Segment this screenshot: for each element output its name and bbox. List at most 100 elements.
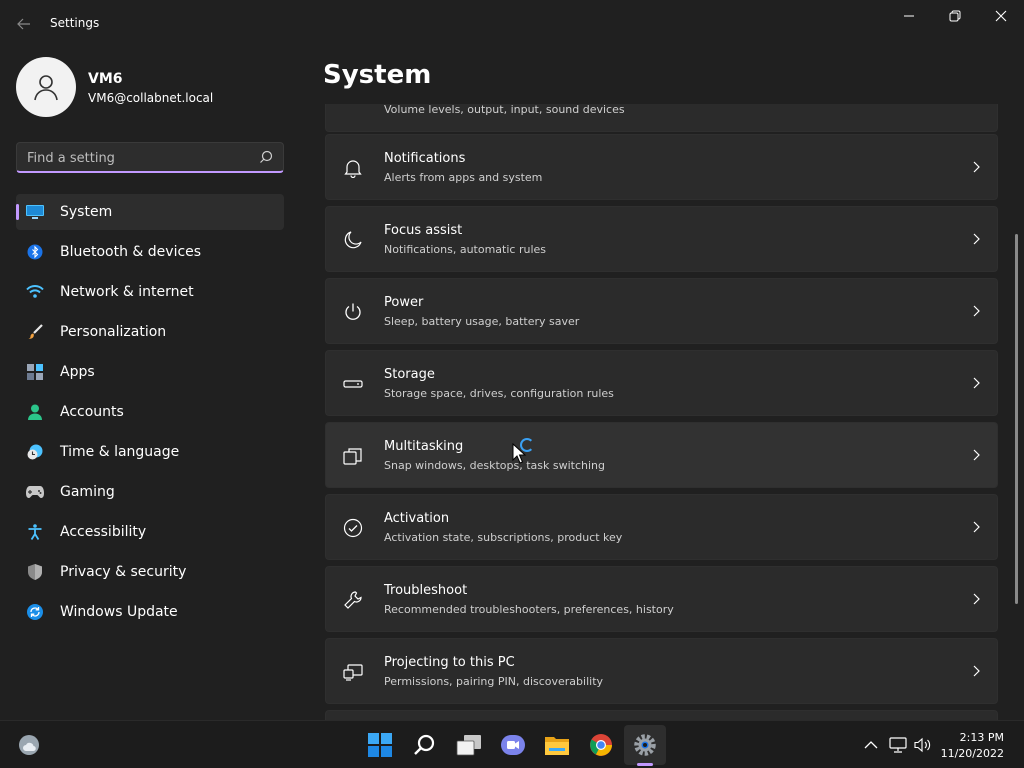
restore-button[interactable] xyxy=(932,0,978,32)
apps-icon xyxy=(26,364,44,380)
volume-icon xyxy=(914,737,931,753)
settings-card-activation[interactable]: Activation Activation state, subscriptio… xyxy=(325,494,998,560)
user-icon xyxy=(34,75,58,101)
bluetooth-icon xyxy=(26,244,44,260)
scrollbar[interactable] xyxy=(1015,234,1018,604)
close-icon xyxy=(995,10,1007,22)
sidebar-item-personalization[interactable]: Personalization xyxy=(16,314,284,350)
card-title: Projecting to this PC xyxy=(384,655,515,670)
settings-card-multitasking[interactable]: Multitasking Snap windows, desktops, tas… xyxy=(325,422,998,488)
gamepad-icon xyxy=(26,484,44,500)
sidebar-item-label: Accounts xyxy=(60,404,124,420)
sidebar-item-bluetooth[interactable]: Bluetooth & devices xyxy=(16,234,284,270)
avatar[interactable] xyxy=(16,57,76,117)
moon-icon xyxy=(342,229,364,251)
chevron-right-icon xyxy=(973,305,980,317)
back-button[interactable] xyxy=(10,10,38,38)
sidebar-item-privacy-security[interactable]: Privacy & security xyxy=(16,554,284,590)
settings-list: Volume levels, output, input, sound devi… xyxy=(324,104,1000,724)
person-icon xyxy=(26,404,44,420)
chat-button[interactable] xyxy=(499,731,527,759)
restore-icon xyxy=(949,10,961,22)
sidebar-item-windows-update[interactable]: Windows Update xyxy=(16,594,284,630)
sidebar-item-apps[interactable]: Apps xyxy=(16,354,284,390)
card-title: Activation xyxy=(384,511,450,526)
settings-card-power[interactable]: Power Sleep, battery usage, battery save… xyxy=(325,278,998,344)
chevron-right-icon xyxy=(973,233,980,245)
card-subtitle: Alerts from apps and system xyxy=(384,171,543,184)
minimize-icon xyxy=(904,15,914,17)
drive-icon xyxy=(342,373,364,395)
sidebar-item-label: Apps xyxy=(60,364,95,380)
sidebar-item-accessibility[interactable]: Accessibility xyxy=(16,514,284,550)
task-view-button[interactable] xyxy=(455,731,483,759)
search-box[interactable] xyxy=(16,142,284,173)
sidebar-item-gaming[interactable]: Gaming xyxy=(16,474,284,510)
taskbar-search-button[interactable] xyxy=(411,731,439,759)
volume-tray-button[interactable] xyxy=(914,736,932,754)
start-icon xyxy=(368,733,392,757)
clock-time[interactable]: 2:13 PM xyxy=(960,731,1004,744)
search-icon[interactable] xyxy=(259,150,273,164)
network-tray-button[interactable] xyxy=(889,736,907,754)
taskbar: 2:13 PM 11/20/2022 xyxy=(0,720,1024,768)
show-hidden-icons-button[interactable] xyxy=(862,736,880,754)
chevron-right-icon xyxy=(973,449,980,461)
chevron-right-icon xyxy=(973,593,980,605)
check-circle-icon xyxy=(342,517,364,539)
chevron-right-icon xyxy=(973,377,980,389)
chrome-icon xyxy=(590,734,612,756)
search-icon xyxy=(414,734,435,755)
card-title: Troubleshoot xyxy=(384,583,468,598)
brush-icon xyxy=(26,324,44,340)
weather-icon[interactable] xyxy=(18,734,40,756)
project-icon xyxy=(342,661,364,683)
card-subtitle: Storage space, drives, configuration rul… xyxy=(384,387,614,400)
wrench-icon xyxy=(342,589,364,611)
card-title: Storage xyxy=(384,367,435,382)
accessibility-icon xyxy=(26,524,44,540)
settings-card-storage[interactable]: Storage Storage space, drives, configura… xyxy=(325,350,998,416)
start-button[interactable] xyxy=(366,731,394,759)
settings-card-troubleshoot[interactable]: Troubleshoot Recommended troubleshooters… xyxy=(325,566,998,632)
card-title: Power xyxy=(384,295,424,310)
sidebar-item-time-language[interactable]: Time & language xyxy=(16,434,284,470)
card-title: Multitasking xyxy=(384,439,464,454)
busy-spinner-icon xyxy=(520,438,534,452)
card-subtitle: Volume levels, output, input, sound devi… xyxy=(384,104,625,116)
update-icon xyxy=(26,604,44,620)
settings-card-projecting[interactable]: Projecting to this PC Permissions, pairi… xyxy=(325,638,998,704)
card-subtitle: Snap windows, desktops, task switching xyxy=(384,459,606,472)
settings-card-focus-assist[interactable]: Focus assist Notifications, automatic ru… xyxy=(325,206,998,272)
sidebar-item-system[interactable]: System xyxy=(16,194,284,230)
window-title: Settings xyxy=(50,16,100,30)
card-subtitle: Sleep, battery usage, battery saver xyxy=(384,315,580,328)
minimize-button[interactable] xyxy=(886,0,932,32)
settings-app-button[interactable] xyxy=(631,731,659,759)
user-email: VM6@collabnet.local xyxy=(88,91,214,105)
chrome-button[interactable] xyxy=(587,731,615,759)
sidebar-item-label: Accessibility xyxy=(60,524,147,540)
sidebar-item-network[interactable]: Network & internet xyxy=(16,274,284,310)
file-explorer-button[interactable] xyxy=(543,731,571,759)
task-view-icon xyxy=(456,735,481,756)
title-bar: Settings xyxy=(0,0,1024,48)
sidebar-nav: System Bluetooth & devices Network & int… xyxy=(16,194,284,634)
card-subtitle: Activation state, subscriptions, product… xyxy=(384,531,623,544)
chevron-up-icon xyxy=(864,741,878,749)
multitask-icon xyxy=(342,445,364,467)
sidebar-item-label: Personalization xyxy=(60,324,167,340)
active-app-indicator xyxy=(637,763,653,766)
settings-card-sound[interactable]: Volume levels, output, input, sound devi… xyxy=(325,104,998,132)
sidebar-item-label: Privacy & security xyxy=(60,564,187,580)
settings-card-notifications[interactable]: Notifications Alerts from apps and syste… xyxy=(325,134,998,200)
close-button[interactable] xyxy=(978,0,1024,32)
chevron-right-icon xyxy=(973,161,980,173)
sidebar-item-label: Time & language xyxy=(60,444,180,460)
search-input[interactable] xyxy=(27,148,247,168)
clock-date[interactable]: 11/20/2022 xyxy=(941,747,1004,760)
monitor-icon xyxy=(26,204,44,220)
sidebar-item-accounts[interactable]: Accounts xyxy=(16,394,284,430)
card-subtitle: Permissions, pairing PIN, discoverabilit… xyxy=(384,675,604,688)
chevron-right-icon xyxy=(973,665,980,677)
